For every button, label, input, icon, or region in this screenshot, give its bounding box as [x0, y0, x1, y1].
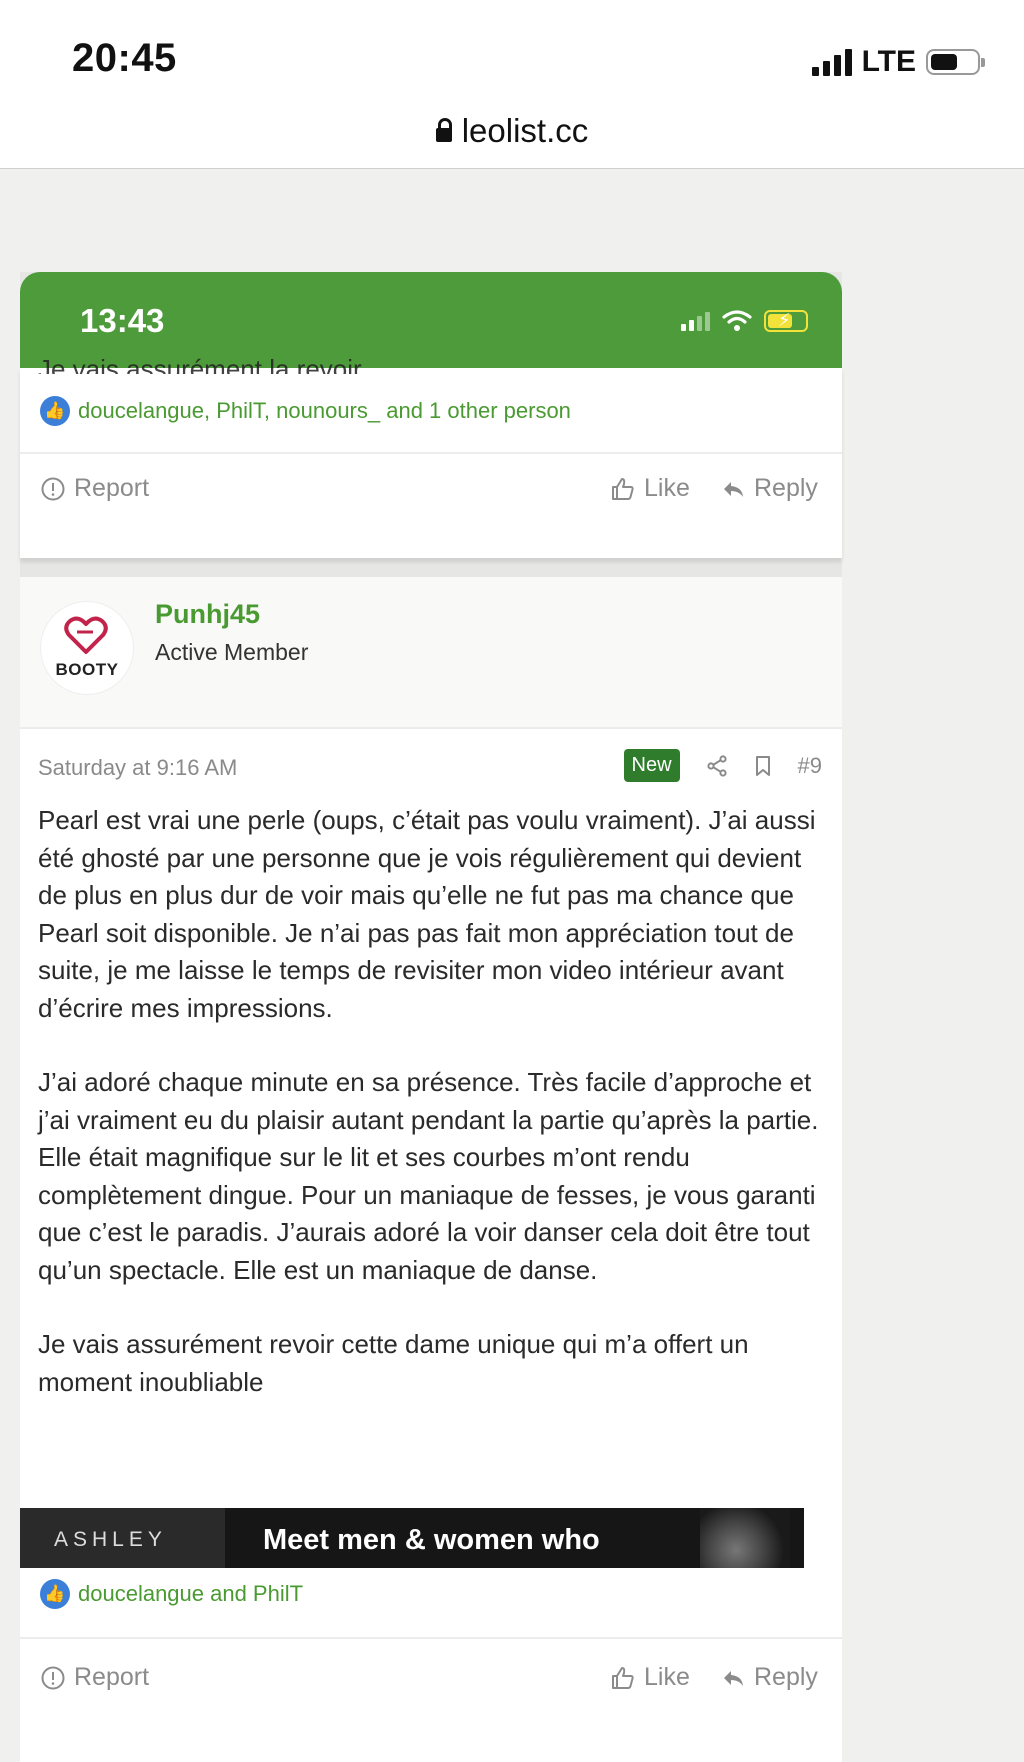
- previous-post-card: Je vais assurément la revoir 👍 doucelang…: [20, 354, 842, 558]
- like-label: Like: [644, 1663, 690, 1691]
- thumbs-up-badge-icon: 👍: [40, 396, 70, 426]
- ad-image: [700, 1508, 790, 1568]
- avatar[interactable]: BOOTY: [40, 601, 134, 695]
- embedded-status-icons: ⚡: [681, 310, 808, 332]
- reply-label: Reply: [754, 1663, 818, 1691]
- divider: [20, 452, 842, 454]
- lock-icon: [435, 118, 452, 142]
- heart-logo-icon: [64, 616, 108, 654]
- post-meta-actions: New #9: [623, 749, 822, 782]
- report-button[interactable]: Report: [40, 474, 149, 503]
- reply-label: Reply: [754, 474, 818, 502]
- ad-banner[interactable]: ASHLEY Meet men & women who: [20, 1508, 804, 1568]
- reactions-text: doucelangue, PhilT, nounours_ and 1 othe…: [78, 398, 571, 423]
- like-button[interactable]: Like: [610, 1663, 690, 1692]
- address-bar[interactable]: leolist.cc: [0, 112, 1024, 150]
- like-label: Like: [644, 474, 690, 502]
- post-actions: Report Like Reply: [20, 462, 842, 522]
- charging-battery-icon: ⚡: [764, 310, 808, 332]
- cellular-signal-icon: [681, 311, 710, 331]
- wifi-icon: [722, 310, 752, 331]
- post-body: Pearl est vrai une perle (oups, c’était …: [38, 802, 828, 1438]
- thumbs-up-icon: [612, 477, 634, 500]
- thumbs-up-icon: [612, 1666, 634, 1689]
- post-paragraph: Pearl est vrai une perle (oups, c’était …: [38, 805, 816, 1023]
- report-label: Report: [74, 1663, 150, 1691]
- reply-button[interactable]: Reply: [720, 474, 818, 503]
- status-icons: LTE: [811, 44, 985, 80]
- post-paragraph: Je vais assurément revoir cette dame uni…: [38, 1329, 749, 1397]
- alert-circle-icon: [41, 1666, 65, 1689]
- post-number[interactable]: #9: [798, 753, 822, 779]
- alert-circle-icon: [41, 477, 65, 500]
- post-card: BOOTY Punhj45 Active Member Saturday at …: [20, 577, 842, 1762]
- post-paragraph: J’ai adoré chaque minute en sa présence.…: [38, 1067, 819, 1285]
- browser-top-bar: 20:45 LTE leolist.cc: [0, 0, 1024, 169]
- avatar-text: BOOTY: [55, 660, 119, 679]
- cellular-signal-icon: [811, 48, 852, 76]
- reactions-summary[interactable]: 👍 doucelangue and PhilT: [40, 1579, 303, 1609]
- share-icon[interactable]: [706, 754, 728, 777]
- reactions-summary[interactable]: 👍 doucelangue, PhilT, nounours_ and 1 ot…: [40, 396, 571, 426]
- reactions-text: doucelangue and PhilT: [78, 1581, 304, 1606]
- status-time: 20:45: [72, 36, 177, 80]
- network-type: LTE: [861, 45, 916, 78]
- report-label: Report: [74, 474, 150, 502]
- post-author-header: BOOTY Punhj45 Active Member: [20, 577, 842, 729]
- author-username[interactable]: Punhj45: [155, 599, 260, 630]
- divider: [20, 1637, 842, 1639]
- author-role: Active Member: [155, 639, 309, 665]
- previous-post-text: Je vais assurément la revoir: [38, 354, 362, 374]
- thumbs-up-badge-icon: 👍: [40, 1579, 70, 1609]
- embedded-status-time: 13:43: [80, 302, 165, 339]
- like-button[interactable]: Like: [610, 474, 690, 503]
- reply-arrow-icon: [724, 1670, 743, 1686]
- new-badge: New: [623, 749, 680, 782]
- reply-button[interactable]: Reply: [720, 1663, 818, 1692]
- post-actions: Report Like Reply: [20, 1649, 842, 1709]
- ad-brand: ASHLEY: [20, 1508, 225, 1568]
- ad-headline: Meet men & women who: [263, 1524, 600, 1556]
- battery-icon: [926, 49, 985, 75]
- reply-arrow-icon: [724, 481, 743, 497]
- post-date[interactable]: Saturday at 9:16 AM: [38, 755, 237, 781]
- bookmark-icon[interactable]: [754, 755, 772, 777]
- url-text: leolist.cc: [461, 112, 589, 149]
- report-button[interactable]: Report: [40, 1663, 149, 1692]
